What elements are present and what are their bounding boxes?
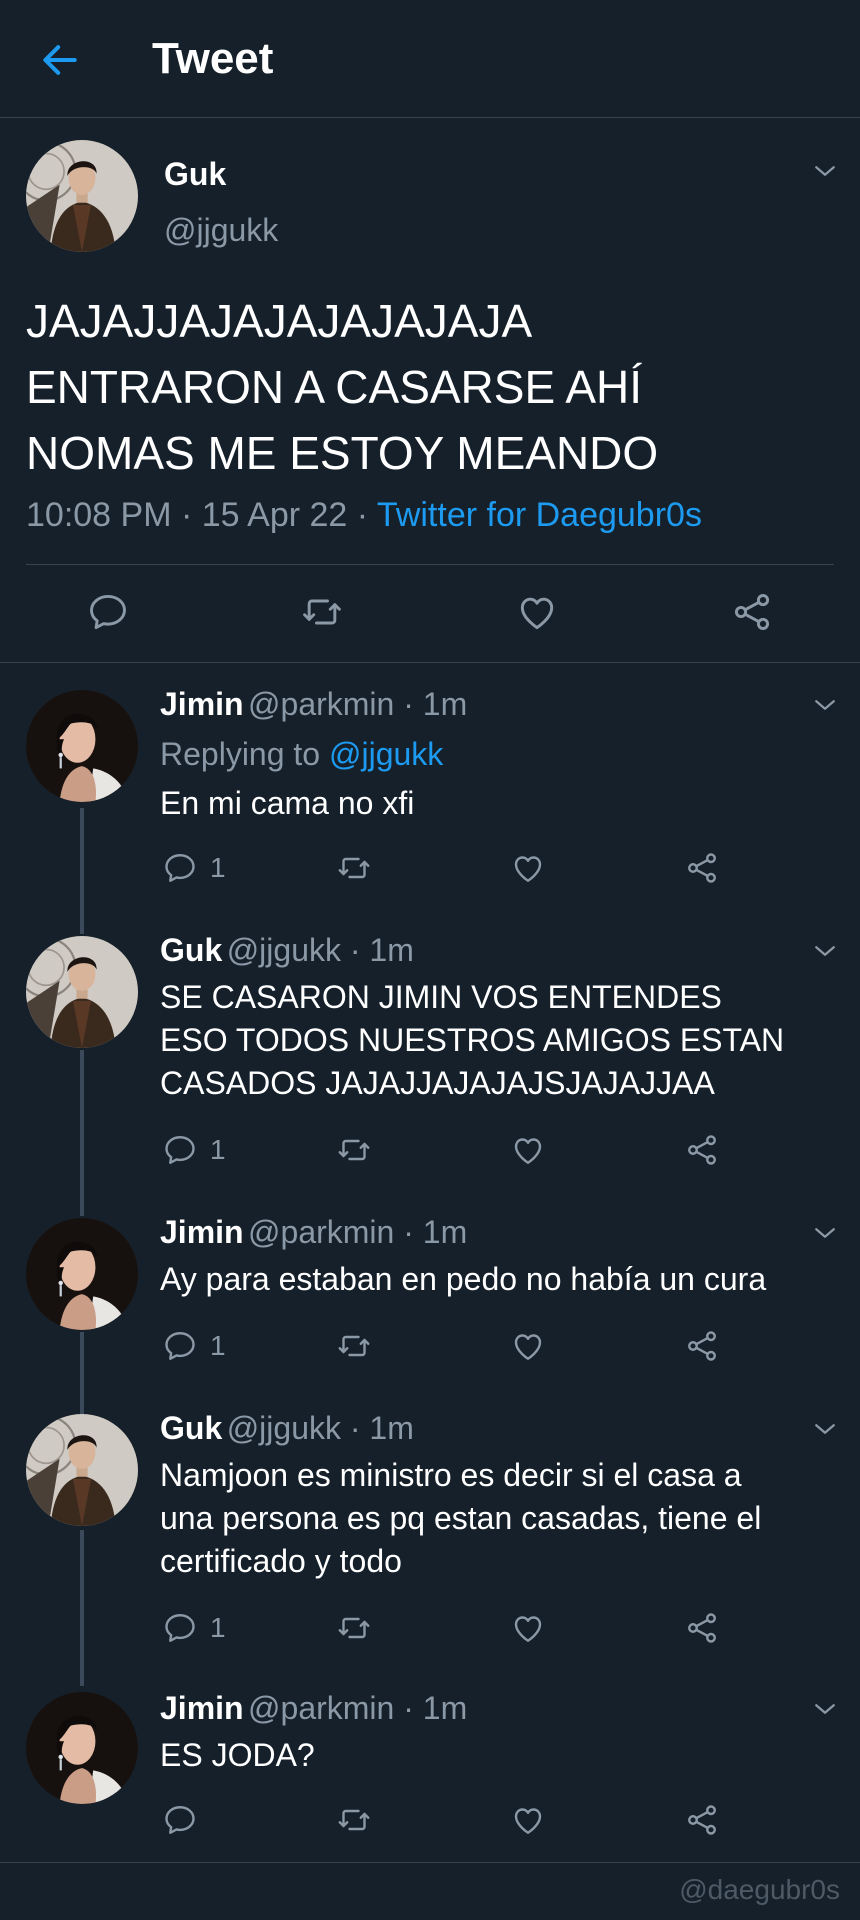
avatar[interactable]	[26, 936, 138, 1048]
divider	[26, 564, 834, 565]
reply-count: 1	[210, 1134, 226, 1165]
author-handle[interactable]: @jjgukk · 1m	[227, 932, 414, 968]
author-name[interactable]: Jimin	[160, 1690, 244, 1726]
reply-count: 1	[210, 1330, 226, 1361]
avatar[interactable]	[26, 1692, 138, 1804]
thread-connector	[80, 1332, 84, 1420]
author-name[interactable]: Jimin	[160, 1214, 244, 1250]
replying-to-handle[interactable]: @jjgukk	[329, 736, 443, 772]
like-icon[interactable]	[510, 850, 546, 886]
chevron-down-icon[interactable]	[810, 1218, 840, 1248]
tweet-text-line: ENTRARON A CASARSE AHÍ	[26, 361, 643, 413]
reply-icon[interactable]	[162, 1802, 198, 1838]
author-handle[interactable]: @jjgukk · 1m	[227, 1410, 414, 1446]
replying-to-label: Replying to	[160, 736, 329, 772]
reply-header: Guk @jjgukk · 1m	[160, 932, 414, 969]
reply-action[interactable]: 1	[162, 850, 226, 886]
tweet-time: 10:08 PM	[26, 496, 172, 534]
top-app-bar: Tweet	[0, 0, 860, 118]
reply-header: Jimin @parkmin · 1m	[160, 1690, 467, 1727]
reply-text-line: Namjoon es ministro es decir si el casa …	[160, 1457, 742, 1493]
meta-separator: ·	[347, 496, 377, 534]
reply-action[interactable]: 1	[162, 1328, 226, 1364]
tweet-text-line: JAJAJJAJAJAJAJAJAJA	[26, 295, 533, 347]
like-icon[interactable]	[510, 1328, 546, 1364]
retweet-icon[interactable]	[336, 1328, 372, 1364]
share-icon[interactable]	[684, 1132, 720, 1168]
tweet-date: 15 Apr 22	[201, 496, 348, 534]
reply-text: Ay para estaban en pedo no había un cura	[160, 1261, 767, 1297]
reply-text: Namjoon es ministro es decir si el casa …	[160, 1454, 761, 1583]
retweet-icon[interactable]	[336, 1610, 372, 1646]
author-handle[interactable]: @parkmin · 1m	[248, 1690, 467, 1726]
avatar[interactable]	[26, 1414, 138, 1526]
like-icon[interactable]	[510, 1610, 546, 1646]
reply-text: SE CASARON JIMIN VOS ENTENDES ESO TODOS …	[160, 976, 784, 1105]
tweet-text-line: NOMAS ME ESTOY MEANDO	[26, 427, 659, 479]
reply-text-line: certificado y todo	[160, 1543, 402, 1579]
avatar[interactable]	[26, 1218, 138, 1330]
author-name[interactable]: Jimin	[160, 686, 244, 722]
tweet-source-link[interactable]: Twitter for Daegubr0s	[377, 496, 702, 534]
page-title: Tweet	[152, 34, 274, 83]
like-icon[interactable]	[510, 1132, 546, 1168]
replying-to: Replying to @jjgukk	[160, 736, 443, 773]
reply-icon[interactable]	[86, 590, 130, 634]
reply-text-line: SE CASARON JIMIN VOS ENTENDES	[160, 979, 722, 1015]
author-handle[interactable]: @parkmin · 1m	[248, 1214, 467, 1250]
reply-header: Jimin @parkmin · 1m	[160, 686, 467, 723]
reply-icon[interactable]	[162, 1328, 198, 1364]
chevron-down-icon[interactable]	[810, 1694, 840, 1724]
like-icon[interactable]	[515, 590, 559, 634]
reply-action[interactable]: 1	[162, 1610, 226, 1646]
chevron-down-icon[interactable]	[810, 690, 840, 720]
reply-icon[interactable]	[162, 1610, 198, 1646]
retweet-icon[interactable]	[300, 590, 344, 634]
share-icon[interactable]	[684, 850, 720, 886]
divider	[0, 1862, 860, 1863]
divider	[0, 662, 860, 663]
thread-connector	[80, 808, 84, 934]
author-handle[interactable]: @jjgukk	[164, 212, 278, 249]
reply-icon[interactable]	[162, 850, 198, 886]
author-name[interactable]: Guk	[160, 932, 222, 968]
reply-icon[interactable]	[162, 1132, 198, 1168]
chevron-down-icon[interactable]	[810, 1414, 840, 1444]
reply-text: En mi cama no xfi	[160, 785, 415, 821]
avatar[interactable]	[26, 140, 138, 252]
share-icon[interactable]	[684, 1328, 720, 1364]
retweet-icon[interactable]	[336, 1132, 372, 1168]
meta-separator: ·	[171, 496, 202, 534]
like-icon[interactable]	[510, 1802, 546, 1838]
chevron-down-icon[interactable]	[810, 156, 840, 186]
reply-header: Guk @jjgukk · 1m	[160, 1410, 414, 1447]
back-arrow-icon[interactable]	[38, 38, 82, 82]
reply-text-line: ESO TODOS NUESTROS AMIGOS ESTAN	[160, 1022, 785, 1058]
tweet-text: JAJAJJAJAJAJAJAJAJA ENTRARON A CASARSE A…	[26, 288, 658, 486]
watermark: @daegubr0s	[679, 1874, 840, 1905]
reply-text: ES JODA?	[160, 1737, 315, 1773]
avatar[interactable]	[26, 690, 138, 802]
author-name[interactable]: Guk	[164, 156, 226, 193]
reply-count: 1	[210, 852, 226, 883]
share-icon[interactable]	[730, 590, 774, 634]
author-name[interactable]: Guk	[160, 1410, 222, 1446]
reply-action[interactable]: 1	[162, 1132, 226, 1168]
reply-count: 1	[210, 1612, 226, 1643]
share-icon[interactable]	[684, 1802, 720, 1838]
thread-connector	[80, 1530, 84, 1686]
thread-connector	[80, 1050, 84, 1216]
reply-header: Jimin @parkmin · 1m	[160, 1214, 467, 1251]
author-handle[interactable]: @parkmin · 1m	[248, 686, 467, 722]
chevron-down-icon[interactable]	[810, 936, 840, 966]
reply-text-line: CASADOS JAJAJJAJAJAJSJAJAJJAA	[160, 1065, 715, 1101]
share-icon[interactable]	[684, 1610, 720, 1646]
reply-text-line: una persona es pq estan casadas, tiene e…	[160, 1500, 762, 1536]
tweet-meta: 10:08 PM · 15 Apr 22 · Twitter for Daegu…	[26, 496, 702, 535]
retweet-icon[interactable]	[336, 1802, 372, 1838]
retweet-icon[interactable]	[336, 850, 372, 886]
